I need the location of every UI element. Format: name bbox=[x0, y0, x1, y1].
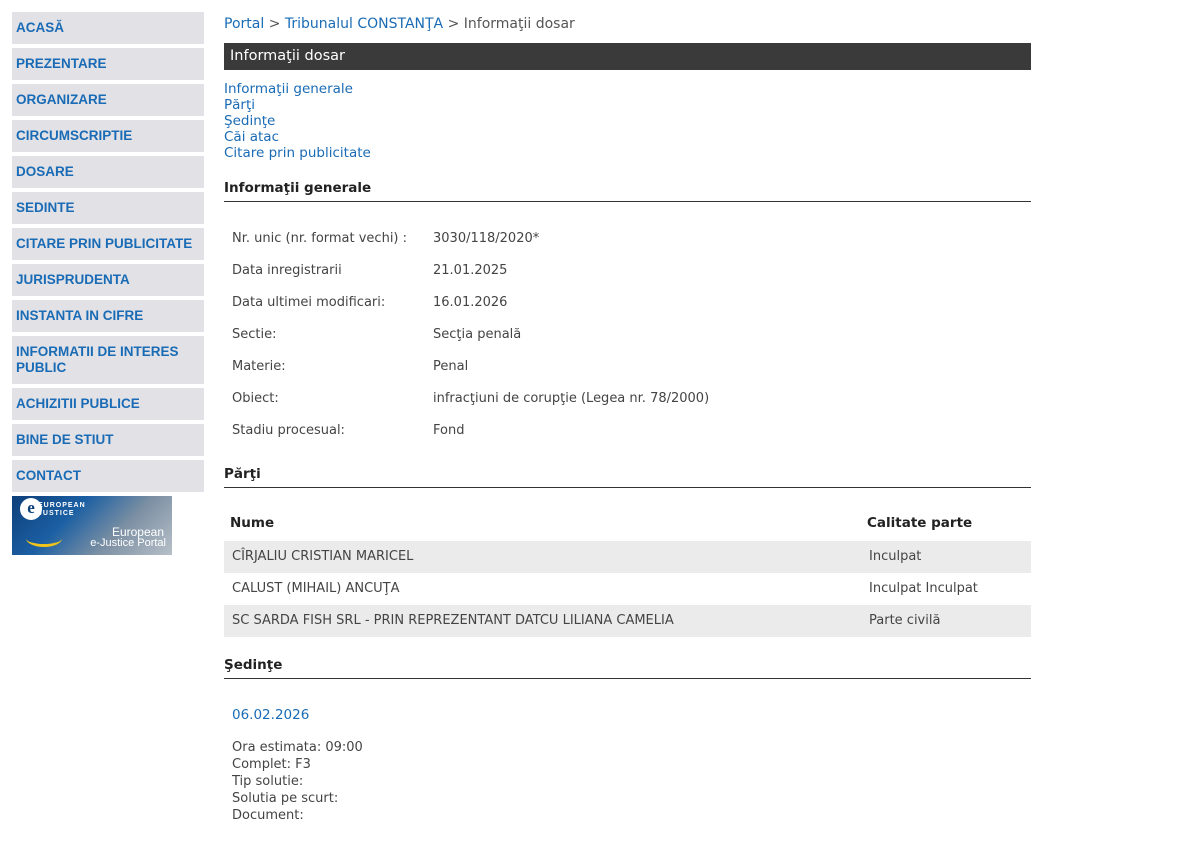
party-name: SC SARDA FISH SRL - PRIN REPREZENTANT DA… bbox=[232, 613, 674, 628]
party-name: CÎRJALIU CRISTIAN MARICEL bbox=[232, 549, 414, 564]
section-title-parti: Părţi bbox=[224, 466, 1031, 488]
breadcrumb-portal[interactable]: Portal bbox=[224, 16, 264, 32]
party-name: CALUST (MIHAIL) ANCUŢA bbox=[232, 581, 400, 596]
parti-header-calitate: Calitate parte bbox=[867, 515, 973, 531]
section-title-sedinte: Şedinţe bbox=[224, 657, 1031, 679]
sidebar-item-prezentare[interactable]: PREZENTARE bbox=[12, 48, 204, 80]
info-value: 16.01.2026 bbox=[433, 295, 508, 310]
anchor-cai-atac[interactable]: Căi atac bbox=[224, 129, 371, 145]
section-title-informatii-generale: Informaţii generale bbox=[224, 180, 1031, 202]
info-label: Data ultimei modificari: bbox=[232, 295, 386, 310]
party-role: Inculpat Inculpat bbox=[869, 581, 978, 596]
anchor-sedinte[interactable]: Şedinţe bbox=[224, 113, 371, 129]
info-value: Penal bbox=[433, 359, 469, 374]
party-role: Inculpat bbox=[869, 549, 922, 564]
sidebar-item-instanta-in-cifre[interactable]: INSTANTA IN CIFRE bbox=[12, 300, 204, 332]
party-role: Parte civilă bbox=[869, 613, 941, 628]
info-label: Obiect: bbox=[232, 391, 279, 406]
sedinta-tip-solutie: Tip solutie: bbox=[232, 774, 304, 789]
sidebar-item-jurisprudenta[interactable]: JURISPRUDENTA bbox=[12, 264, 204, 296]
breadcrumb-current: Informaţii dosar bbox=[463, 16, 575, 32]
info-label: Materie: bbox=[232, 359, 286, 374]
sidebar-item-citare[interactable]: CITARE PRIN PUBLICITATE bbox=[12, 228, 204, 260]
anchor-parti[interactable]: Părţi bbox=[224, 97, 371, 113]
sedinta-document: Document: bbox=[232, 808, 304, 823]
parti-header-nume: Nume bbox=[230, 515, 275, 531]
sidebar-item-organizare[interactable]: ORGANIZARE bbox=[12, 84, 204, 116]
sidebar-item-bine-de-stiut[interactable]: BINE DE STIUT bbox=[12, 424, 204, 456]
table-row: CALUST (MIHAIL) ANCUŢA Inculpat Inculpat bbox=[224, 573, 1031, 605]
sidebar-item-informatii-interes-public[interactable]: INFORMATII DE INTERES PUBLIC bbox=[12, 336, 204, 384]
section-anchor-links: Informaţii generale Părţi Şedinţe Căi at… bbox=[224, 81, 371, 161]
sidebar-item-acasa[interactable]: ACASĂ bbox=[12, 12, 204, 44]
info-label: Nr. unic (nr. format vechi) : bbox=[232, 231, 408, 246]
info-value: Fond bbox=[433, 423, 465, 438]
info-label: Data inregistrarii bbox=[232, 263, 342, 278]
anchor-informatii-generale[interactable]: Informaţii generale bbox=[224, 81, 371, 97]
sidebar-item-dosare[interactable]: DOSARE bbox=[12, 156, 204, 188]
breadcrumb: Portal > Tribunalul CONSTANŢA > Informaţ… bbox=[224, 16, 575, 32]
sedinta-details: Ora estimata: 09:00 Complet: F3 Tip solu… bbox=[232, 739, 363, 824]
breadcrumb-separator: > bbox=[447, 16, 460, 32]
info-value: 21.01.2025 bbox=[433, 263, 508, 278]
sidebar-item-sedinte[interactable]: SEDINTE bbox=[12, 192, 204, 224]
sedinta-ora: Ora estimata: 09:00 bbox=[232, 740, 363, 755]
sidebar-item-achizitii[interactable]: ACHIZITII PUBLICE bbox=[12, 388, 204, 420]
logo-wordmark: EUROPEAN JUSTICE bbox=[38, 502, 86, 517]
anchor-citare-publicitate[interactable]: Citare prin publicitate bbox=[224, 145, 371, 161]
breadcrumb-separator: > bbox=[268, 16, 281, 32]
info-value: 3030/118/2020* bbox=[433, 231, 540, 246]
sidebar-item-circumscriptie[interactable]: CIRCUMSCRIPTIE bbox=[12, 120, 204, 152]
sedinta-complet: Complet: F3 bbox=[232, 757, 311, 772]
sedinta-solutia: Solutia pe scurt: bbox=[232, 791, 339, 806]
breadcrumb-court[interactable]: Tribunalul CONSTANŢA bbox=[285, 16, 443, 32]
sidebar-item-contact[interactable]: CONTACT bbox=[12, 460, 204, 492]
info-value: Secţia penală bbox=[433, 327, 522, 342]
scales-icon bbox=[26, 530, 62, 547]
table-row: SC SARDA FISH SRL - PRIN REPREZENTANT DA… bbox=[224, 605, 1031, 637]
info-label: Sectie: bbox=[232, 327, 277, 342]
info-value: infracţiuni de corupţie (Legea nr. 78/20… bbox=[433, 391, 710, 406]
logo-line2: e-Justice Portal bbox=[90, 537, 166, 549]
page-title: Informaţii dosar bbox=[224, 43, 1031, 70]
info-label: Stadiu procesual: bbox=[232, 423, 345, 438]
table-row: CÎRJALIU CRISTIAN MARICEL Inculpat bbox=[224, 541, 1031, 573]
european-e-justice-logo[interactable]: e EUROPEAN JUSTICE European e-Justice Por… bbox=[12, 496, 172, 555]
sidebar-nav: ACASĂ PREZENTARE ORGANIZARE CIRCUMSCRIPT… bbox=[12, 12, 204, 555]
sedinta-date: 06.02.2026 bbox=[232, 707, 310, 723]
